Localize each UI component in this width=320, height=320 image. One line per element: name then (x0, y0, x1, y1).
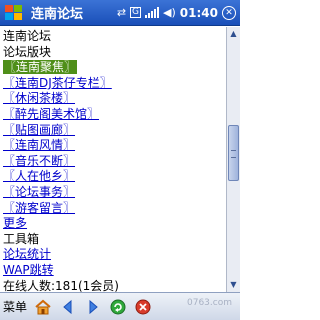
forum-link: 〖音乐不断〗 (3, 154, 225, 170)
clock[interactable]: 01:40 (180, 6, 218, 20)
content-text: 连南论坛 (3, 29, 225, 45)
vertical-scrollbar[interactable]: ▲ ▼ (226, 27, 240, 292)
content-text: 论坛版块 (3, 45, 225, 61)
forum-link: 〖休闲茶楼〗 (3, 91, 225, 107)
forum-link: 论坛统计 (3, 247, 225, 263)
forum-link: 〖连南聚焦〗 (3, 60, 225, 76)
menu-button[interactable]: 菜单 (3, 298, 27, 315)
windows-start-icon[interactable] (3, 3, 25, 23)
signal-strength-icon[interactable] (145, 7, 160, 18)
stop-icon[interactable] (134, 298, 152, 316)
scroll-down-arrow-icon[interactable]: ▼ (227, 278, 240, 292)
forum-link: 〖论坛事务〗 (3, 185, 225, 201)
forum-link-label[interactable]: 〖音乐不断〗 (3, 154, 75, 168)
window-title: 连南论坛 (31, 7, 84, 22)
text-label: 工具箱 (3, 231, 40, 246)
connectivity-icon[interactable]: ⇄ (117, 6, 126, 19)
volume-icon[interactable]: ◀) (163, 6, 176, 19)
refresh-icon[interactable] (109, 298, 127, 316)
forum-content: 连南论坛 论坛版块 〖连南聚焦〗 〖连南DJ茶仔专栏〗 〖休闲茶楼〗〖醉先阁美术馆〗 〖贴… (0, 27, 225, 292)
forum-link-label[interactable]: 〖醉先阁美术馆〗 (3, 107, 99, 121)
forum-link-label[interactable]: 〖论坛事务〗 (3, 185, 75, 199)
forum-link: 〖醉先阁美术馆〗 (3, 107, 225, 123)
forward-icon[interactable] (84, 298, 102, 316)
forum-link: 〖游客留言〗 (3, 201, 225, 217)
forum-link: 〖连南DJ茶仔专栏〗 (3, 76, 225, 92)
text-label: 在线人数:181(1会员) (3, 278, 119, 293)
scroll-thumb[interactable] (228, 125, 239, 181)
scroll-up-arrow-icon[interactable]: ▲ (227, 27, 240, 41)
content-text: 在线人数:181(1会员) (3, 279, 225, 293)
home-icon[interactable] (34, 298, 52, 316)
close-icon[interactable]: ✕ (222, 5, 236, 20)
title-bar: 连南论坛 ⇄ G ◀) 01:40 ✕ (0, 0, 240, 26)
forum-link: 〖连南风情〗 (3, 138, 225, 154)
forum-link-label[interactable]: WAP跳转 (3, 263, 54, 277)
back-icon[interactable] (59, 298, 77, 316)
text-label: 论坛版块 (3, 44, 52, 59)
forum-link: 〖人在他乡〗 (3, 169, 225, 185)
forum-link-label[interactable]: 〖游客留言〗 (3, 201, 75, 215)
text-label: 连南论坛 (3, 29, 52, 43)
forum-link: 更多 (3, 216, 225, 232)
forum-link: 〖贴图画廊〗 (3, 123, 225, 139)
forum-link: WAP跳转 (3, 263, 225, 279)
forum-link-label[interactable]: 〖连南DJ茶仔专栏〗 (3, 76, 112, 90)
content-text: 工具箱 (3, 232, 225, 248)
forum-link-label[interactable]: 〖休闲茶楼〗 (3, 91, 75, 105)
forum-link-label[interactable]: 更多 (3, 216, 27, 230)
forum-link-label[interactable]: 〖连南风情〗 (3, 138, 75, 152)
network-type-badge: G (130, 7, 142, 18)
forum-link-label[interactable]: 〖人在他乡〗 (3, 169, 75, 183)
watermark: 0763.com (187, 298, 232, 308)
forum-link-label[interactable]: 论坛统计 (3, 247, 51, 261)
forum-link-label[interactable]: 〖贴图画廊〗 (3, 123, 75, 137)
forum-link-selected[interactable]: 〖连南聚焦〗 (3, 60, 78, 75)
